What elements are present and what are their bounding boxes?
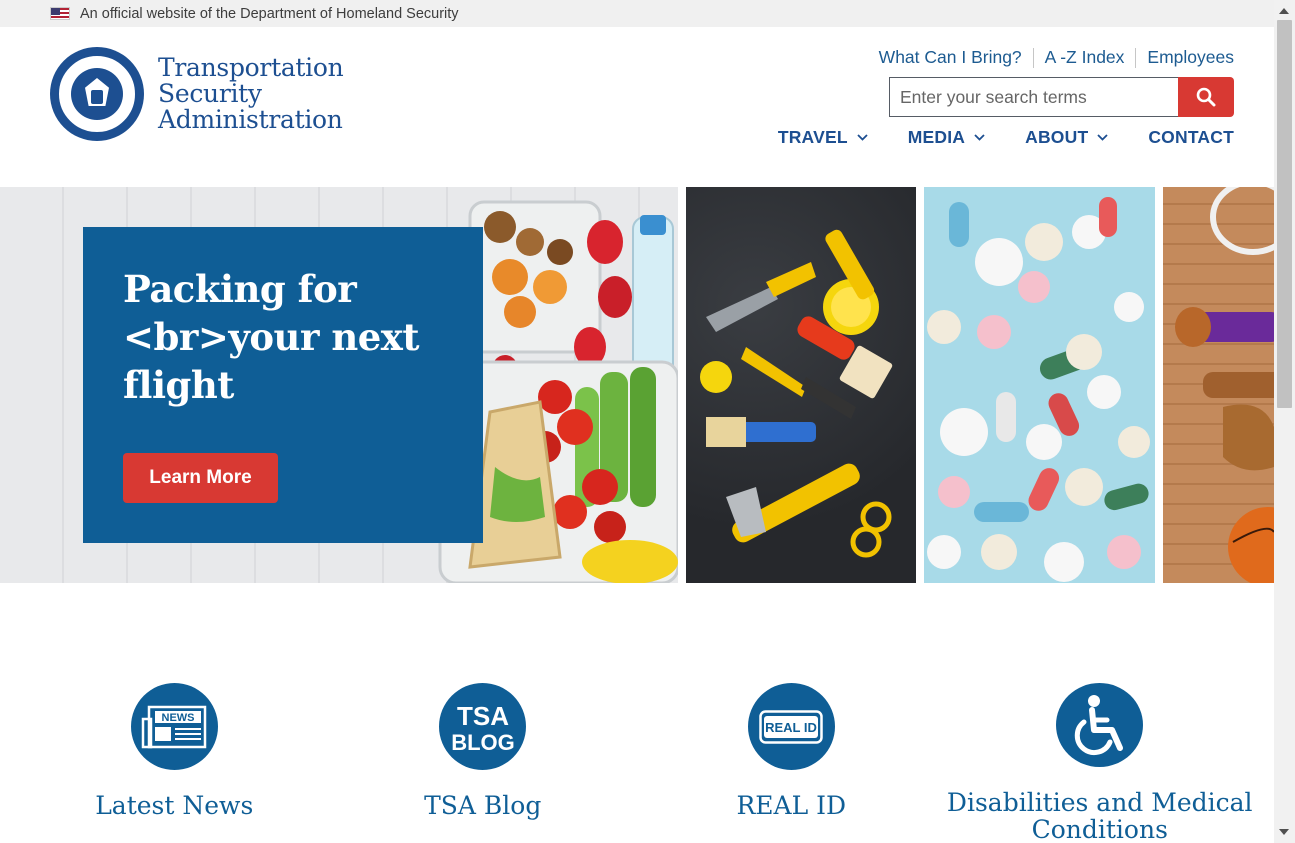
search-form [889,77,1234,117]
gov-banner: An official website of the Department of… [0,0,1274,27]
wheelchair-icon [1056,683,1144,767]
search-input[interactable] [889,77,1178,117]
svg-text:NEWS: NEWS [162,712,195,724]
tsa-blog-icon: TSA BLOG [439,683,527,770]
tools-illustration [700,229,893,558]
eagle-icon [71,68,123,120]
hero-banner: Packing for <br>your next flight Learn M… [0,187,1274,583]
site-header: Transportation Security Administration W… [0,27,1274,187]
nav-label: MEDIA [907,127,966,147]
nav-contact[interactable]: CONTACT [1148,127,1234,148]
main-nav: TRAVEL MEDIA ABOUT CONTACT [778,127,1234,148]
employees-link[interactable]: Employees [1147,47,1234,68]
news-icon: NEWS [130,683,218,770]
feature-tsa-blog[interactable]: TSA BLOG TSA Blog [329,683,638,843]
svg-text:REAL ID: REAL ID [765,720,817,735]
chevron-down-icon [974,134,985,141]
brand-name[interactable]: Transportation Security Administration [158,53,344,134]
divider [1032,47,1034,68]
learn-more-button[interactable]: Learn More [123,453,278,503]
hero-image-sports [1163,187,1274,583]
feature-label: TSA Blog [424,791,542,820]
feature-label: REAL ID [736,791,847,820]
nav-travel[interactable]: TRAVEL [778,127,868,148]
gov-banner-text: An official website of the Department of… [80,5,459,22]
utility-links: What Can I Bring? A -Z Index Employees [879,47,1234,68]
brand-line: Transportation [158,53,344,82]
chevron-down-icon [1097,134,1108,141]
svg-text:TSA: TSA [457,701,509,731]
nav-label: CONTACT [1148,127,1234,147]
feature-disabilities[interactable]: Disabilities and Medical Conditions [946,683,1255,843]
scrollbar-thumb[interactable] [1277,20,1292,408]
chevron-down-icon [857,134,868,141]
feature-label: Latest News [95,791,254,820]
brand-line: Administration [158,105,343,134]
svg-text:BLOG: BLOG [451,730,515,754]
feature-latest-news[interactable]: NEWS Latest News [20,683,329,843]
scroll-up-arrow-icon[interactable] [1279,8,1289,14]
hero-image-medication [924,187,1155,583]
hero-card: Packing for <br>your next flight Learn M… [83,227,483,543]
us-flag-icon [50,7,70,20]
scroll-down-arrow-icon[interactable] [1279,829,1289,835]
nav-label: TRAVEL [777,127,848,147]
feature-label: Disabilities and Medical Conditions [946,788,1253,843]
dhs-seal-logo[interactable] [50,47,144,141]
page-scrollbar[interactable] [1274,0,1295,843]
nav-label: ABOUT [1025,127,1089,147]
nav-about[interactable]: ABOUT [1025,127,1108,148]
nav-media[interactable]: MEDIA [908,127,985,148]
search-icon [1196,87,1216,107]
pills-illustration [927,197,1150,582]
hero-image-tools [686,187,916,583]
seal-ring [57,54,137,134]
az-index-link[interactable]: A -Z Index [1045,47,1125,68]
feature-links: NEWS Latest News TSA BLOG TSA Blog REAL … [20,683,1254,843]
search-button[interactable] [1178,77,1234,117]
what-can-i-bring-link[interactable]: What Can I Bring? [879,47,1022,68]
hero-title: Packing for <br>your next flight [123,267,419,407]
divider [1135,47,1137,68]
feature-real-id[interactable]: REAL ID REAL ID [637,683,946,843]
real-id-icon: REAL ID [747,683,835,770]
brand-line: Security [158,79,262,108]
sports-illustration [1175,187,1274,583]
